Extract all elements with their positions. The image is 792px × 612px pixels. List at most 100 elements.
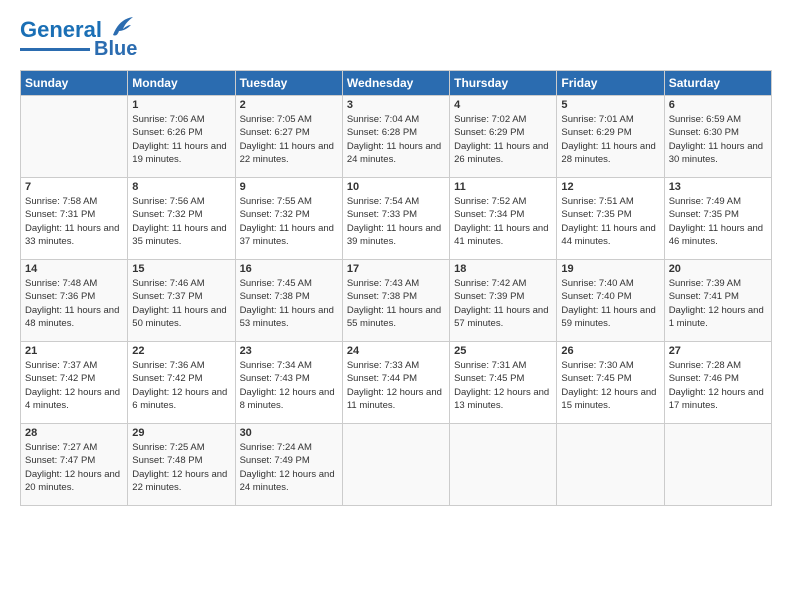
day-number: 24: [347, 345, 445, 357]
day-number: 1: [132, 99, 230, 111]
col-sunday: Sunday: [21, 71, 128, 96]
day-number: 20: [669, 263, 767, 275]
day-number: 25: [454, 345, 552, 357]
cell-content: Sunrise: 7:33 AMSunset: 7:44 PMDaylight:…: [347, 360, 442, 411]
cell-content: Sunrise: 7:54 AMSunset: 7:33 PMDaylight:…: [347, 196, 441, 247]
cell-w0-d0: [21, 96, 128, 178]
cell-w3-d3: 24 Sunrise: 7:33 AMSunset: 7:44 PMDayligh…: [342, 342, 449, 424]
cell-content: Sunrise: 7:39 AMSunset: 7:41 PMDaylight:…: [669, 278, 764, 329]
cell-w0-d2: 2 Sunrise: 7:05 AMSunset: 6:27 PMDaylight…: [235, 96, 342, 178]
cell-content: Sunrise: 7:27 AMSunset: 7:47 PMDaylight:…: [25, 442, 120, 493]
cell-w4-d3: [342, 424, 449, 506]
day-number: 11: [454, 181, 552, 193]
cell-w3-d0: 21 Sunrise: 7:37 AMSunset: 7:42 PMDayligh…: [21, 342, 128, 424]
day-number: 17: [347, 263, 445, 275]
day-number: 21: [25, 345, 123, 357]
day-number: 9: [240, 181, 338, 193]
col-thursday: Thursday: [450, 71, 557, 96]
cell-content: Sunrise: 7:34 AMSunset: 7:43 PMDaylight:…: [240, 360, 335, 411]
day-number: 6: [669, 99, 767, 111]
cell-w4-d0: 28Sunrise: 7:27 AMSunset: 7:47 PMDayligh…: [21, 424, 128, 506]
cell-content: Sunrise: 7:58 AMSunset: 7:31 PMDaylight:…: [25, 196, 119, 247]
cell-content: Sunrise: 7:05 AMSunset: 6:27 PMDaylight:…: [240, 114, 334, 165]
col-saturday: Saturday: [664, 71, 771, 96]
cell-w0-d1: 1 Sunrise: 7:06 AMSunset: 6:26 PMDaylight…: [128, 96, 235, 178]
day-number: 30: [240, 427, 338, 439]
cell-w1-d5: 12Sunrise: 7:51 AMSunset: 7:35 PMDayligh…: [557, 178, 664, 260]
col-tuesday: Tuesday: [235, 71, 342, 96]
logo-blue: Blue: [94, 38, 137, 60]
day-number: 23: [240, 345, 338, 357]
cell-content: Sunrise: 7:52 AMSunset: 7:34 PMDaylight:…: [454, 196, 548, 247]
col-friday: Friday: [557, 71, 664, 96]
day-number: 27: [669, 345, 767, 357]
day-number: 16: [240, 263, 338, 275]
cell-w1-d4: 11 Sunrise: 7:52 AMSunset: 7:34 PMDayligh…: [450, 178, 557, 260]
header-row: SundayMondayTuesdayWednesdayThursdayFrid…: [21, 71, 772, 96]
cell-content: Sunrise: 7:55 AMSunset: 7:32 PMDaylight:…: [240, 196, 334, 247]
cell-w2-d0: 14 Sunrise: 7:48 AMSunset: 7:36 PMDayligh…: [21, 260, 128, 342]
day-number: 18: [454, 263, 552, 275]
cell-content: Sunrise: 7:56 AMSunset: 7:32 PMDaylight:…: [132, 196, 226, 247]
day-number: 2: [240, 99, 338, 111]
cell-w2-d3: 17Sunrise: 7:43 AMSunset: 7:38 PMDayligh…: [342, 260, 449, 342]
cell-content: Sunrise: 7:40 AMSunset: 7:40 PMDaylight:…: [561, 278, 655, 329]
cell-content: Sunrise: 7:24 AMSunset: 7:49 PMDaylight:…: [240, 442, 335, 493]
cell-content: Sunrise: 7:02 AMSunset: 6:29 PMDaylight:…: [454, 114, 548, 165]
cell-w1-d0: 7 Sunrise: 7:58 AMSunset: 7:31 PMDaylight…: [21, 178, 128, 260]
cell-w0-d6: 6 Sunrise: 6:59 AMSunset: 6:30 PMDaylight…: [664, 96, 771, 178]
day-number: 19: [561, 263, 659, 275]
week-row-2: 7 Sunrise: 7:58 AMSunset: 7:31 PMDaylight…: [21, 178, 772, 260]
cell-content: Sunrise: 7:42 AMSunset: 7:39 PMDaylight:…: [454, 278, 548, 329]
day-number: 13: [669, 181, 767, 193]
cell-w2-d4: 18 Sunrise: 7:42 AMSunset: 7:39 PMDayligh…: [450, 260, 557, 342]
cell-w2-d6: 20 Sunrise: 7:39 AMSunset: 7:41 PMDayligh…: [664, 260, 771, 342]
cell-content: Sunrise: 7:49 AMSunset: 7:35 PMDaylight:…: [669, 196, 763, 247]
day-number: 10: [347, 181, 445, 193]
logo-general: General: [20, 17, 102, 42]
cell-w0-d4: 4 Sunrise: 7:02 AMSunset: 6:29 PMDaylight…: [450, 96, 557, 178]
cell-w4-d2: 30 Sunrise: 7:24 AMSunset: 7:49 PMDayligh…: [235, 424, 342, 506]
cell-w4-d6: [664, 424, 771, 506]
day-number: 8: [132, 181, 230, 193]
day-number: 5: [561, 99, 659, 111]
cell-w2-d5: 19 Sunrise: 7:40 AMSunset: 7:40 PMDayligh…: [557, 260, 664, 342]
cell-content: Sunrise: 7:37 AMSunset: 7:42 PMDaylight:…: [25, 360, 120, 411]
day-number: 14: [25, 263, 123, 275]
cell-w1-d6: 13 Sunrise: 7:49 AMSunset: 7:35 PMDayligh…: [664, 178, 771, 260]
logo: General Blue: [20, 18, 137, 60]
calendar-table: SundayMondayTuesdayWednesdayThursdayFrid…: [20, 70, 772, 506]
week-row-4: 21 Sunrise: 7:37 AMSunset: 7:42 PMDayligh…: [21, 342, 772, 424]
cell-w4-d5: [557, 424, 664, 506]
day-number: 22: [132, 345, 230, 357]
cell-content: Sunrise: 7:48 AMSunset: 7:36 PMDaylight:…: [25, 278, 119, 329]
week-row-1: 1 Sunrise: 7:06 AMSunset: 6:26 PMDaylight…: [21, 96, 772, 178]
cell-content: Sunrise: 7:31 AMSunset: 7:45 PMDaylight:…: [454, 360, 549, 411]
cell-w2-d2: 16 Sunrise: 7:45 AMSunset: 7:38 PMDayligh…: [235, 260, 342, 342]
day-number: 15: [132, 263, 230, 275]
cell-w4-d1: 29Sunrise: 7:25 AMSunset: 7:48 PMDayligh…: [128, 424, 235, 506]
cell-content: Sunrise: 7:45 AMSunset: 7:38 PMDaylight:…: [240, 278, 334, 329]
cell-w3-d5: 26 Sunrise: 7:30 AMSunset: 7:45 PMDayligh…: [557, 342, 664, 424]
cell-content: Sunrise: 7:06 AMSunset: 6:26 PMDaylight:…: [132, 114, 226, 165]
cell-content: Sunrise: 6:59 AMSunset: 6:30 PMDaylight:…: [669, 114, 763, 165]
cell-content: Sunrise: 7:30 AMSunset: 7:45 PMDaylight:…: [561, 360, 656, 411]
week-row-3: 14 Sunrise: 7:48 AMSunset: 7:36 PMDayligh…: [21, 260, 772, 342]
col-monday: Monday: [128, 71, 235, 96]
day-number: 7: [25, 181, 123, 193]
cell-content: Sunrise: 7:04 AMSunset: 6:28 PMDaylight:…: [347, 114, 441, 165]
header: General Blue: [20, 18, 772, 60]
day-number: 26: [561, 345, 659, 357]
cell-w3-d2: 23 Sunrise: 7:34 AMSunset: 7:43 PMDayligh…: [235, 342, 342, 424]
cell-w2-d1: 15Sunrise: 7:46 AMSunset: 7:37 PMDayligh…: [128, 260, 235, 342]
day-number: 3: [347, 99, 445, 111]
day-number: 4: [454, 99, 552, 111]
cell-w3-d1: 22Sunrise: 7:36 AMSunset: 7:42 PMDayligh…: [128, 342, 235, 424]
cell-w1-d1: 8 Sunrise: 7:56 AMSunset: 7:32 PMDaylight…: [128, 178, 235, 260]
cell-w1-d2: 9 Sunrise: 7:55 AMSunset: 7:32 PMDaylight…: [235, 178, 342, 260]
cell-w1-d3: 10 Sunrise: 7:54 AMSunset: 7:33 PMDayligh…: [342, 178, 449, 260]
cell-content: Sunrise: 7:25 AMSunset: 7:48 PMDaylight:…: [132, 442, 227, 493]
col-wednesday: Wednesday: [342, 71, 449, 96]
week-row-5: 28Sunrise: 7:27 AMSunset: 7:47 PMDayligh…: [21, 424, 772, 506]
cell-content: Sunrise: 7:51 AMSunset: 7:35 PMDaylight:…: [561, 196, 655, 247]
